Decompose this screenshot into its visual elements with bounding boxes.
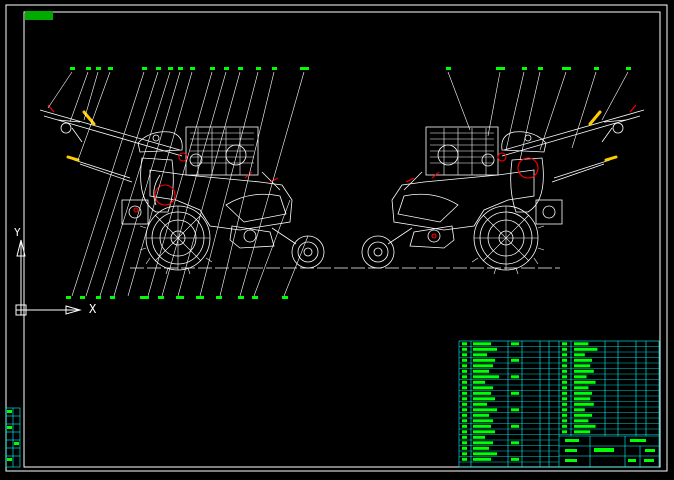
ucs-y-label: Y xyxy=(14,226,21,239)
right-balloons xyxy=(446,67,631,70)
left-machine xyxy=(39,109,325,275)
left-red-accents xyxy=(47,104,279,213)
right-machine xyxy=(361,109,645,275)
outer-frame xyxy=(5,4,668,472)
cad-drawing-canvas[interactable] xyxy=(0,0,674,476)
ucs-icon xyxy=(15,239,82,316)
drawing-svg xyxy=(5,4,668,472)
title-block-text xyxy=(565,439,655,462)
ucs-x-label: X xyxy=(89,302,97,316)
right-leaders xyxy=(447,71,629,161)
drawing-tag xyxy=(25,11,53,20)
